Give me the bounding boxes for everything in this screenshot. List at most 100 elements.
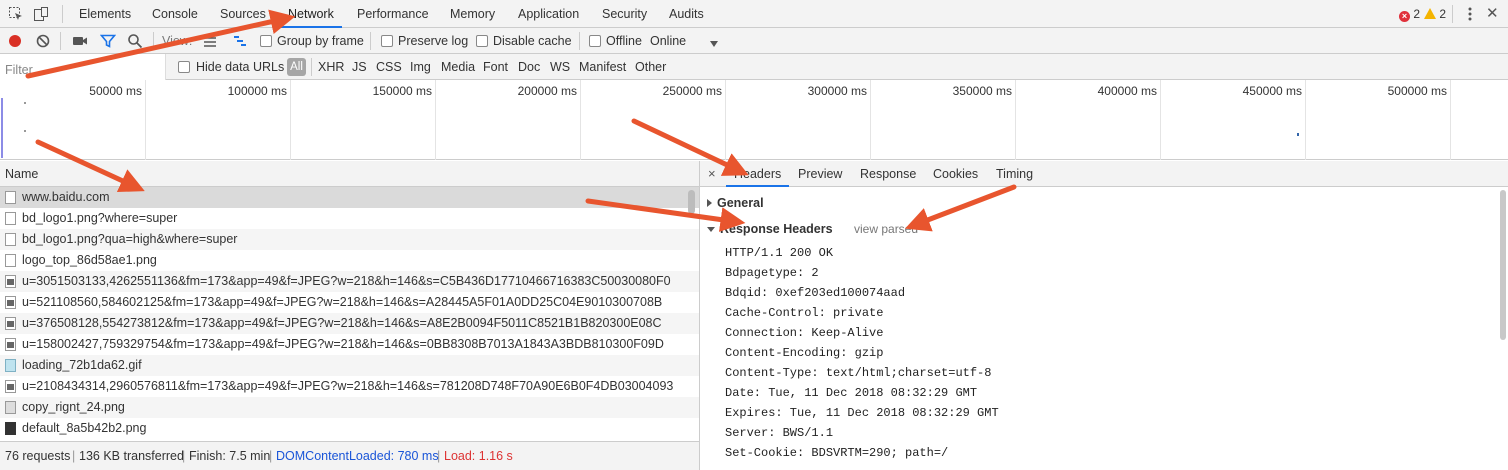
throttling-select[interactable]: Online	[650, 28, 686, 54]
waterfall-overview-icon[interactable]	[232, 33, 248, 49]
request-name: www.baidu.com	[22, 190, 110, 204]
filter-type-all[interactable]: All	[287, 58, 306, 76]
disable-cache-checkbox[interactable]	[476, 35, 488, 47]
large-rows-icon[interactable]	[202, 33, 218, 49]
table-row[interactable]: default_8a5b42b2.png	[0, 418, 699, 439]
response-headers-section-toggle[interactable]: Response Headers	[707, 222, 833, 236]
load-time: Load: 1.16 s	[444, 449, 513, 463]
close-detail-icon[interactable]: ×	[708, 161, 716, 187]
hide-data-urls-label: Hide data URLs	[196, 60, 285, 74]
timeline-tick-label: 300000 ms	[807, 84, 867, 98]
search-icon[interactable]	[127, 33, 143, 49]
timeline-tick-label: 500000 ms	[1387, 84, 1447, 98]
chevron-down-icon[interactable]	[709, 37, 725, 53]
request-name: logo_top_86d58ae1.png	[22, 253, 157, 267]
requests-table-header[interactable]: Name	[0, 161, 700, 187]
hide-data-urls-checkbox[interactable]	[178, 61, 190, 73]
tab-application[interactable]: Application	[518, 0, 579, 28]
timeline-gridline	[1160, 80, 1161, 160]
group-by-frame-checkbox[interactable]	[260, 35, 272, 47]
view-parsed-link[interactable]: view parsed	[854, 222, 918, 236]
filter-type-font[interactable]: Font	[483, 54, 508, 80]
image-icon	[5, 338, 16, 351]
status-separator: |	[182, 449, 186, 463]
request-name: copy_rignt_24.png	[22, 400, 125, 414]
clear-icon[interactable]	[35, 33, 51, 49]
tab-network[interactable]: Network	[280, 0, 342, 28]
inspect-element-icon[interactable]	[8, 6, 24, 22]
status-separator: |	[72, 449, 76, 463]
close-devtools-icon[interactable]: ✕	[1486, 6, 1502, 22]
requests-scrollbar[interactable]	[688, 190, 695, 214]
tab-timing[interactable]: Timing	[996, 161, 1033, 187]
tab-performance[interactable]: Performance	[357, 0, 429, 28]
tab-audits[interactable]: Audits	[669, 0, 704, 28]
tab-preview[interactable]: Preview	[798, 161, 842, 187]
image-icon	[5, 275, 16, 288]
table-row[interactable]: bd_logo1.png?where=super	[0, 208, 699, 229]
timeline-gridline	[290, 80, 291, 160]
filter-type-media[interactable]: Media	[441, 54, 475, 80]
request-name: bd_logo1.png?qua=high&where=super	[22, 232, 238, 246]
toolbar-divider	[370, 32, 371, 50]
table-row[interactable]: u=376508128,554273812&fm=173&app=49&f=JP…	[0, 313, 699, 334]
filter-type-img[interactable]: Img	[410, 54, 431, 80]
warning-icon	[1424, 8, 1436, 19]
tab-sources[interactable]: Sources	[220, 0, 266, 28]
timeline-overview[interactable]: 50000 ms 100000 ms 150000 ms 200000 ms 2…	[0, 80, 1508, 160]
error-counter[interactable]: × 2	[1399, 7, 1420, 22]
collapse-triangle-icon	[707, 227, 715, 232]
details-scrollbar[interactable]	[1500, 190, 1506, 340]
tab-console[interactable]: Console	[152, 0, 198, 28]
table-row[interactable]: copy_rignt_24.png	[0, 397, 699, 418]
table-row[interactable]: u=521108560,584602125&fm=173&app=49&f=JP…	[0, 292, 699, 313]
filter-type-other[interactable]: Other	[635, 54, 666, 80]
preserve-log-checkbox[interactable]	[381, 35, 393, 47]
request-activity-dot	[24, 130, 26, 132]
dom-content-loaded-time: DOMContentLoaded: 780 ms	[276, 449, 439, 463]
filter-type-manifest[interactable]: Manifest	[579, 54, 626, 80]
capture-screenshots-icon[interactable]	[72, 33, 88, 49]
request-name: default_8a5b42b2.png	[22, 421, 147, 435]
filter-input[interactable]	[0, 54, 166, 80]
filter-type-doc[interactable]: Doc	[518, 54, 540, 80]
tab-memory[interactable]: Memory	[450, 0, 495, 28]
transferred-size: 136 KB transferred	[79, 449, 184, 463]
header-line: HTTP/1.1 200 OK	[725, 246, 834, 260]
table-row[interactable]: bd_logo1.png?qua=high&where=super	[0, 229, 699, 250]
more-options-icon[interactable]	[1462, 6, 1478, 22]
table-row[interactable]: www.baidu.com	[0, 187, 699, 208]
filter-type-css[interactable]: CSS	[376, 54, 402, 80]
request-activity-dot	[24, 102, 26, 104]
dark-image-icon	[5, 422, 16, 435]
image-icon	[5, 296, 16, 309]
filter-type-xhr[interactable]: XHR	[318, 54, 344, 80]
tab-headers[interactable]: Headers	[726, 161, 790, 187]
tab-elements[interactable]: Elements	[79, 0, 131, 28]
table-row[interactable]: u=3051503133,4262551136&fm=173&app=49&f=…	[0, 271, 699, 292]
table-row[interactable]: loading_72b1da62.gif	[0, 355, 699, 376]
filter-type-js[interactable]: JS	[352, 54, 367, 80]
filter-icon[interactable]	[99, 33, 117, 49]
table-row[interactable]: u=2108434314,2960576811&fm=173&app=49&f=…	[0, 376, 699, 397]
image-icon	[5, 380, 16, 393]
network-status-bar: 76 requests | 136 KB transferred | Finis…	[0, 441, 700, 470]
table-row[interactable]: u=158002427,759329754&fm=173&app=49&f=JP…	[0, 334, 699, 355]
table-row[interactable]: logo_top_86d58ae1.png	[0, 250, 699, 271]
timeline-tick-label: 50000 ms	[89, 84, 142, 98]
tab-cookies[interactable]: Cookies	[933, 161, 978, 187]
warning-counter[interactable]: 2	[1424, 7, 1446, 21]
device-toolbar-icon[interactable]	[33, 6, 49, 22]
timeline-tick-label: 350000 ms	[952, 84, 1012, 98]
timeline-gridline	[580, 80, 581, 160]
filter-type-ws[interactable]: WS	[550, 54, 570, 80]
tab-security[interactable]: Security	[602, 0, 647, 28]
header-line: Bdpagetype: 2	[725, 266, 819, 280]
name-column-header[interactable]: Name	[5, 161, 38, 187]
offline-checkbox[interactable]	[589, 35, 601, 47]
record-icon[interactable]	[7, 33, 23, 49]
toolbar-divider	[153, 32, 154, 50]
tab-response[interactable]: Response	[860, 161, 916, 187]
status-separator: |	[269, 449, 273, 463]
general-section-toggle[interactable]: General	[707, 196, 764, 210]
